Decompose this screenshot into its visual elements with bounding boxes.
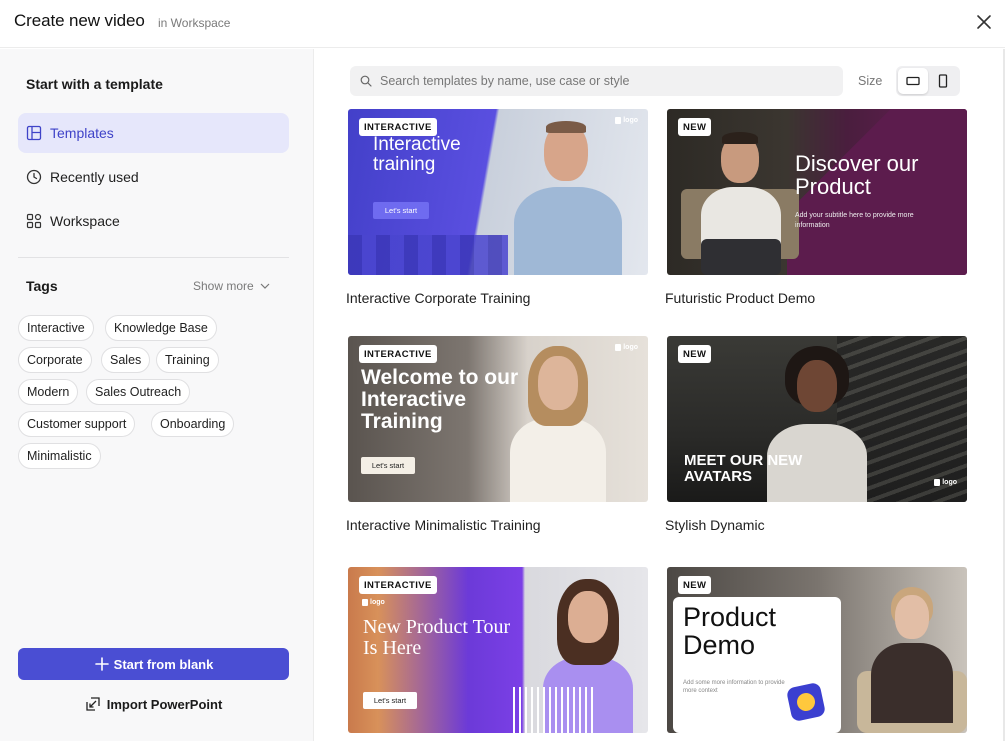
- template-thumbnail: NEW MEET OUR NEW AVATARS logo: [667, 336, 967, 502]
- portrait-icon: [938, 74, 948, 88]
- dialog-header: Create new video in Workspace: [0, 0, 1005, 48]
- template-heading: Product Demo: [683, 602, 777, 661]
- template-thumbnail: INTERACTIVE logo Interactive training Le…: [348, 109, 648, 275]
- import-icon: [86, 697, 100, 711]
- template-badge: NEW: [678, 576, 712, 594]
- presenter-avatar: [508, 117, 628, 275]
- template-title: Futuristic Product Demo: [665, 290, 816, 306]
- tags-title: Tags: [26, 278, 58, 294]
- clock-icon: [26, 169, 42, 185]
- template-badge: INTERACTIVE: [359, 576, 437, 594]
- template-logo: logo: [362, 599, 385, 606]
- template-thumbnail: INTERACTIVE logo New Product Tour Is Her…: [348, 567, 648, 733]
- close-button[interactable]: [970, 8, 998, 36]
- search-icon: [360, 75, 372, 87]
- template-badge: INTERACTIVE: [359, 345, 437, 363]
- template-card[interactable]: NEW Discover our Product Add your subtit…: [665, 109, 967, 306]
- start-from-blank-label: Start from blank: [113, 656, 214, 672]
- sidebar-divider: [18, 257, 289, 258]
- size-option-landscape[interactable]: [898, 68, 928, 94]
- search-bar: [350, 66, 843, 96]
- tag-chip[interactable]: Training: [156, 347, 219, 373]
- tag-chip[interactable]: Modern: [18, 379, 79, 405]
- template-title: Interactive Corporate Training: [346, 290, 531, 306]
- close-icon: [977, 15, 991, 29]
- template-card[interactable]: INTERACTIVE logo Interactive training Le…: [346, 109, 648, 306]
- sidebar-item-workspace[interactable]: Workspace: [18, 201, 289, 241]
- template-badge: NEW: [678, 345, 712, 363]
- plus-icon: [94, 657, 109, 671]
- show-more-button[interactable]: Show more: [193, 279, 270, 293]
- size-toggle: [896, 66, 960, 96]
- template-cta: Let's start: [373, 202, 429, 219]
- sidebar-item-label: Recently used: [50, 169, 139, 185]
- template-thumbnail: NEW Discover our Product Add your subtit…: [667, 109, 967, 275]
- layout-icon: [26, 125, 42, 141]
- template-thumbnail: NEW Product Demo Add some more informati…: [667, 567, 967, 733]
- template-thumbnail: INTERACTIVE logo Welcome to our Interact…: [348, 336, 648, 502]
- size-label: Size: [858, 74, 883, 88]
- template-badge: NEW: [678, 118, 712, 136]
- template-title: Interactive Minimalistic Training: [346, 517, 541, 533]
- template-subtext: Add your subtitle here to provide more i…: [795, 212, 914, 229]
- template-logo: logo: [615, 117, 638, 124]
- search-input[interactable]: [380, 74, 820, 88]
- grid-icon: [26, 213, 42, 229]
- dialog-subtitle: in Workspace: [158, 16, 231, 30]
- tag-chip[interactable]: Onboarding: [151, 411, 235, 437]
- template-heading: Interactive training: [373, 134, 461, 175]
- landscape-icon: [906, 76, 920, 86]
- tag-chip[interactable]: Minimalistic: [18, 443, 101, 469]
- import-powerpoint-label: Import PowerPoint: [106, 696, 223, 712]
- import-powerpoint-button[interactable]: Import PowerPoint: [18, 692, 289, 716]
- tag-chip[interactable]: Interactive: [18, 315, 94, 341]
- sidebar: Start with a template Templates Recently…: [0, 49, 314, 741]
- tag-chip[interactable]: Customer support: [18, 411, 136, 437]
- emoji-sticker: [785, 681, 827, 723]
- template-gallery: Size INTERACTIVE logo Interactive traini…: [315, 49, 1005, 741]
- show-more-label: Show more: [193, 279, 254, 293]
- sidebar-item-label: Templates: [50, 125, 114, 141]
- section-title: Start with a template: [26, 76, 163, 92]
- template-heading: New Product Tour Is Here: [363, 616, 511, 659]
- template-heading: MEET OUR NEW AVATARS: [684, 452, 803, 485]
- start-from-blank-button[interactable]: Start from blank: [18, 648, 289, 680]
- sidebar-item-templates[interactable]: Templates: [18, 113, 289, 153]
- template-cta: Let's start: [361, 457, 415, 474]
- template-card[interactable]: NEW Product Demo Add some more informati…: [667, 567, 967, 733]
- template-card[interactable]: NEW MEET OUR NEW AVATARS logo Stylish Dy…: [665, 336, 967, 533]
- template-card[interactable]: INTERACTIVE logo Welcome to our Interact…: [346, 336, 648, 533]
- template-title: Stylish Dynamic: [665, 517, 765, 533]
- presenter-avatar: [857, 581, 967, 733]
- template-heading: Discover our Product: [795, 151, 919, 200]
- tag-chip[interactable]: Corporate: [18, 347, 92, 373]
- template-cta: Let's start: [363, 692, 417, 709]
- tag-chip[interactable]: Sales Outreach: [86, 379, 191, 405]
- sidebar-item-label: Workspace: [50, 213, 120, 229]
- tag-chip[interactable]: Sales: [101, 347, 151, 373]
- template-logo: logo: [934, 479, 957, 486]
- chevron-down-icon: [260, 283, 270, 289]
- dialog-title: Create new video: [14, 11, 145, 30]
- template-card[interactable]: INTERACTIVE logo New Product Tour Is Her…: [348, 567, 648, 733]
- template-subtext: Add some more information to provide mor…: [683, 680, 785, 695]
- presenter-avatar: [681, 129, 799, 275]
- template-logo: logo: [615, 344, 638, 351]
- sidebar-item-recently-used[interactable]: Recently used: [18, 157, 289, 197]
- size-option-portrait[interactable]: [928, 68, 958, 94]
- tag-chip[interactable]: Knowledge Base: [105, 315, 217, 341]
- template-heading: Welcome to our Interactive Training: [361, 366, 519, 434]
